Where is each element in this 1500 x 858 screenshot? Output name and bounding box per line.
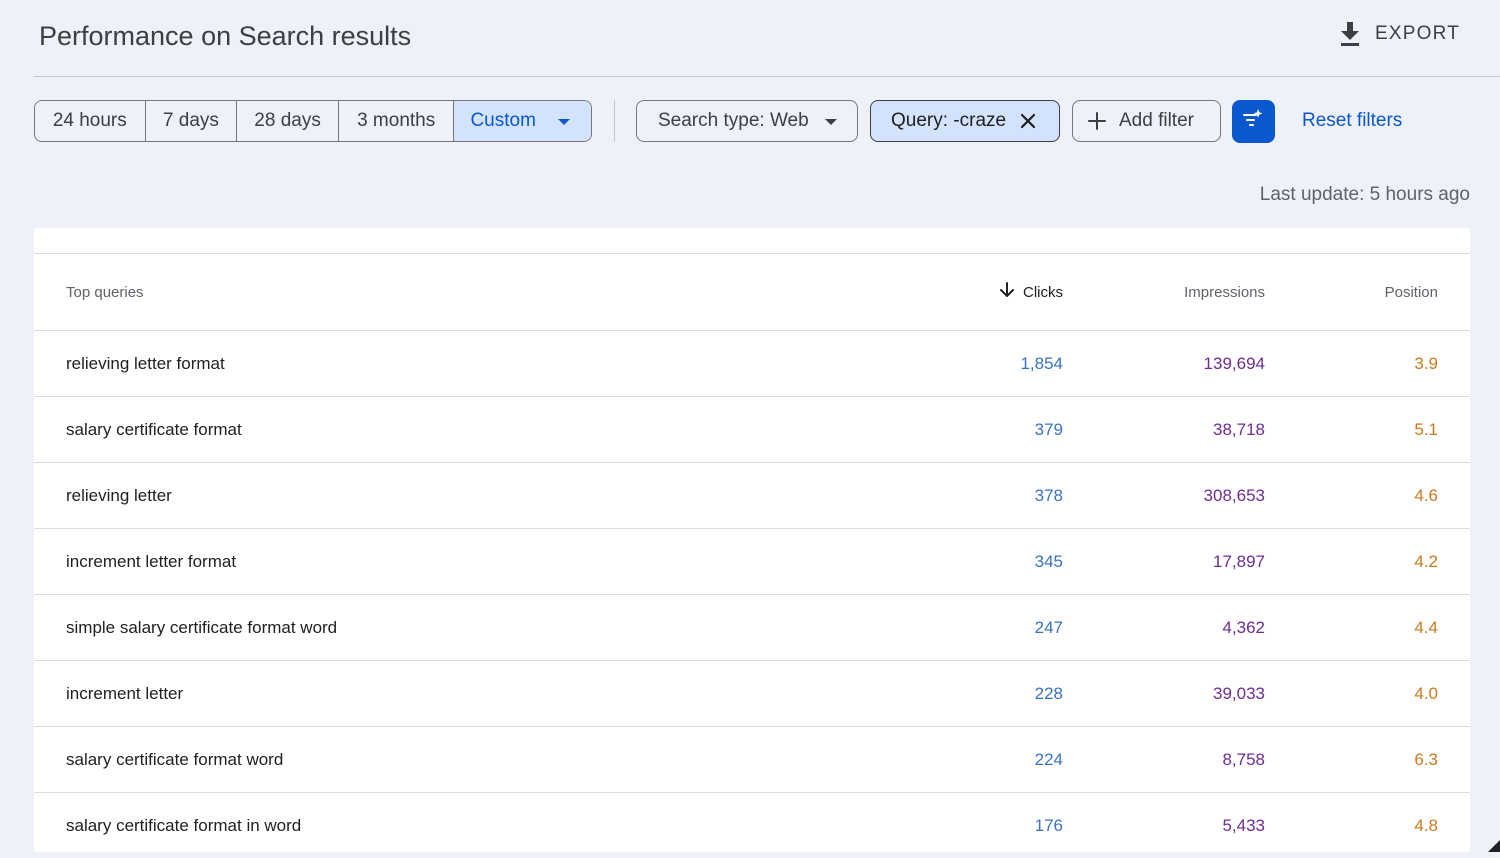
column-header-label: Clicks	[1023, 283, 1063, 301]
top-queries-table: Top queries Clicks Impressions Position …	[34, 228, 1470, 852]
resize-corner-icon	[1488, 840, 1500, 852]
clicks-cell: 379	[1034, 419, 1063, 439]
header-divider	[34, 76, 1500, 77]
query-filter-chip[interactable]: Query: -craze	[870, 100, 1060, 142]
position-cell: 4.0	[1414, 683, 1438, 703]
date-range-selector: 24 hours 7 days 28 days 3 months Custom	[34, 100, 592, 142]
position-cell: 4.8	[1414, 815, 1438, 835]
position-cell: 4.2	[1414, 551, 1438, 571]
filter-settings-button[interactable]	[1232, 99, 1275, 143]
filter-sparkle-icon	[1242, 108, 1266, 135]
clicks-cell: 1,854	[1020, 353, 1063, 373]
position-cell: 4.6	[1414, 485, 1438, 505]
search-type-dropdown[interactable]: Search type: Web	[636, 100, 858, 142]
filter-divider	[614, 100, 615, 142]
query-cell: salary certificate format in word	[66, 815, 302, 835]
impressions-cell: 39,033	[1213, 683, 1265, 703]
query-cell: salary certificate format	[66, 419, 242, 439]
column-header-label: Position	[1384, 283, 1438, 301]
caret-down-icon	[557, 110, 570, 132]
column-header-position[interactable]: Position	[1385, 254, 1438, 330]
column-header-label: Impressions	[1184, 283, 1265, 301]
column-header-impressions[interactable]: Impressions	[1184, 254, 1265, 330]
table-row[interactable]: salary certificate format in word 176 5,…	[34, 793, 1470, 858]
date-range-custom[interactable]: Custom	[454, 101, 591, 141]
download-icon	[1339, 21, 1361, 47]
impressions-cell: 38,718	[1213, 419, 1265, 439]
date-range-label: 24 hours	[52, 110, 127, 131]
impressions-cell: 8,758	[1222, 749, 1265, 769]
plus-icon	[1087, 111, 1107, 131]
query-cell: relieving letter	[66, 485, 172, 505]
filter-bar: 24 hours 7 days 28 days 3 months Custom …	[34, 99, 1402, 143]
date-range-label: 28 days	[254, 110, 321, 131]
table-row[interactable]: salary certificate format word 224 8,758…	[34, 727, 1470, 793]
impressions-cell: 17,897	[1213, 551, 1265, 571]
clicks-cell: 247	[1034, 617, 1063, 637]
impressions-cell: 4,362	[1222, 617, 1265, 637]
date-range-28-days[interactable]: 28 days	[237, 101, 339, 141]
close-icon[interactable]	[1020, 113, 1036, 129]
page-title: Performance on Search results	[39, 21, 412, 51]
impressions-cell: 139,694	[1203, 353, 1265, 373]
query-cell: increment letter	[66, 683, 184, 703]
clicks-cell: 345	[1034, 551, 1063, 571]
clicks-cell: 228	[1034, 683, 1063, 703]
column-header-clicks[interactable]: Clicks	[1000, 254, 1063, 330]
date-range-label: 7 days	[162, 110, 219, 131]
export-label: EXPORT	[1375, 23, 1460, 44]
table-row[interactable]: increment letter 228 39,033 4.0	[34, 661, 1470, 727]
query-cell: salary certificate format word	[66, 749, 284, 769]
position-cell: 6.3	[1414, 749, 1438, 769]
table-row[interactable]: relieving letter format 1,854 139,694 3.…	[34, 331, 1470, 397]
column-header-query[interactable]: Top queries	[66, 254, 144, 330]
query-cell: simple salary certificate format word	[66, 617, 338, 637]
query-cell: relieving letter format	[66, 353, 225, 373]
clicks-cell: 224	[1034, 749, 1063, 769]
last-update-text: Last update: 5 hours ago	[1259, 184, 1470, 205]
table-row[interactable]: relieving letter 378 308,653 4.6	[34, 463, 1470, 529]
query-cell: increment letter format	[66, 551, 237, 571]
date-range-label: 3 months	[357, 110, 436, 131]
table-row[interactable]: increment letter format 345 17,897 4.2	[34, 529, 1470, 595]
export-button[interactable]: EXPORT	[1339, 19, 1460, 49]
date-range-24-hours[interactable]: 24 hours	[35, 101, 146, 141]
caret-down-icon	[824, 110, 837, 132]
reset-filters-link[interactable]: Reset filters	[1302, 110, 1402, 132]
table-row[interactable]: simple salary certificate format word 24…	[34, 595, 1470, 661]
date-range-7-days[interactable]: 7 days	[145, 101, 238, 141]
table-header: Top queries Clicks Impressions Position	[34, 254, 1470, 331]
impressions-cell: 308,653	[1203, 485, 1265, 505]
column-header-label: Top queries	[66, 283, 144, 301]
search-type-label: Search type: Web	[658, 110, 809, 131]
position-cell: 5.1	[1414, 419, 1438, 439]
arrow-down-icon	[1000, 282, 1023, 302]
table-row[interactable]: salary certificate format 379 38,718 5.1	[34, 397, 1470, 463]
impressions-cell: 5,433	[1222, 815, 1265, 835]
position-cell: 3.9	[1414, 353, 1438, 373]
date-range-3-months[interactable]: 3 months	[338, 101, 455, 141]
query-filter-label: Query: -craze	[891, 110, 1007, 131]
date-range-label: Custom	[470, 110, 536, 131]
add-filter-label: Add filter	[1119, 110, 1194, 131]
add-filter-button[interactable]: Add filter	[1072, 100, 1221, 142]
clicks-cell: 176	[1034, 815, 1063, 835]
clicks-cell: 378	[1034, 485, 1063, 505]
position-cell: 4.4	[1414, 617, 1438, 637]
